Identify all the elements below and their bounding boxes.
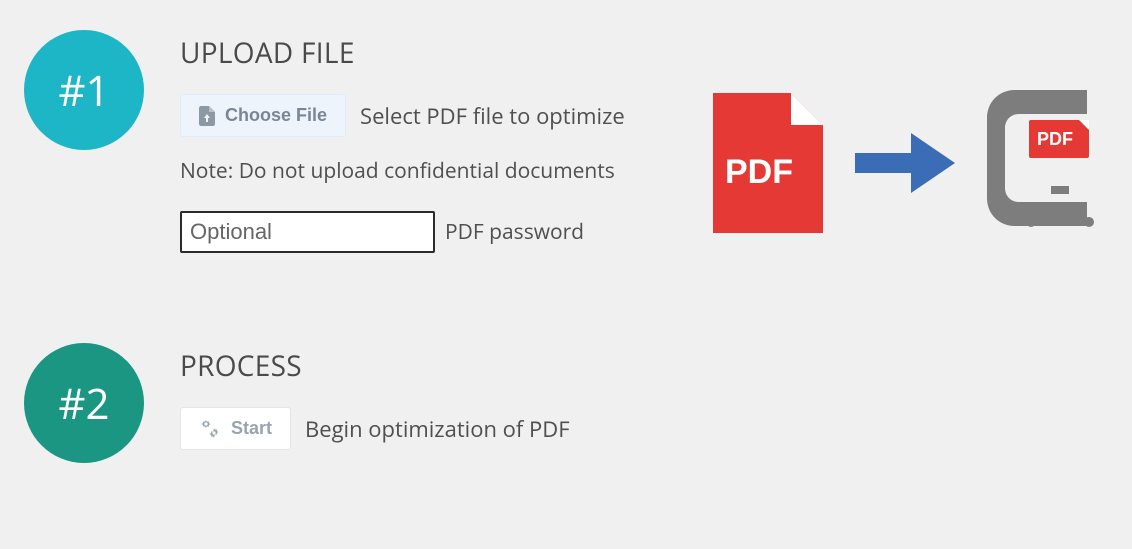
choose-file-hint: Select PDF file to optimize xyxy=(360,101,625,131)
clamp-icon: PDF xyxy=(987,90,1102,240)
cogs-icon xyxy=(199,420,221,438)
pdf-password-input[interactable] xyxy=(180,211,435,253)
svg-text:PDF: PDF xyxy=(1037,129,1073,149)
process-heading: PROCESS xyxy=(180,347,570,385)
arrow-right-icon xyxy=(855,127,955,204)
choose-row: Choose File Select PDF file to optimize xyxy=(180,94,625,137)
choose-file-label: Choose File xyxy=(225,105,327,126)
start-button[interactable]: Start xyxy=(180,407,291,450)
step1-content: UPLOAD FILE Choose File Select PDF file … xyxy=(180,30,625,253)
start-label: Start xyxy=(231,418,272,439)
password-row: PDF password xyxy=(180,211,625,253)
pdf-file-icon: PDF xyxy=(713,93,823,238)
start-hint: Begin optimization of PDF xyxy=(305,414,570,444)
illustration: PDF PDF xyxy=(713,90,1102,240)
pdf-password-label: PDF password xyxy=(445,218,584,246)
upload-heading: UPLOAD FILE xyxy=(180,34,625,72)
step2-content: PROCESS Start xyxy=(180,343,570,470)
start-row: Start Begin optimization of PDF xyxy=(180,407,570,450)
choose-file-button[interactable]: Choose File xyxy=(180,94,346,137)
step-badge-1: #1 xyxy=(24,30,144,150)
step-process: #2 PROCESS Start xyxy=(0,283,1132,500)
svg-text:PDF: PDF xyxy=(725,153,793,191)
file-upload-icon xyxy=(199,106,215,126)
confidential-note: Note: Do not upload confidential documen… xyxy=(180,157,625,185)
step-row-2: #2 PROCESS Start xyxy=(24,343,1108,470)
step-upload: #1 UPLOAD FILE Choose File Select PDF fi… xyxy=(0,0,1132,283)
step-badge-2: #2 xyxy=(24,343,144,463)
